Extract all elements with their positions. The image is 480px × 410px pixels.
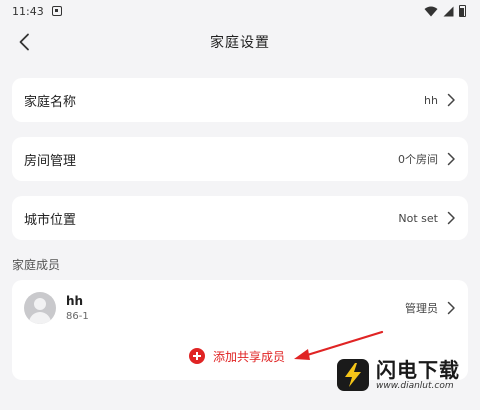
- setting-label: 城市位置: [24, 212, 77, 228]
- member-id: 86-1: [66, 311, 89, 322]
- status-left: 11:43: [12, 5, 62, 18]
- battery-icon: [459, 5, 466, 17]
- setting-row: 家庭名称 hh: [12, 78, 468, 122]
- setting-label: 房间管理: [24, 153, 77, 169]
- chevron-right-icon: [447, 211, 455, 225]
- setting-value: hh: [424, 93, 438, 107]
- member-info: hh 86-1: [66, 294, 89, 322]
- chevron-left-icon: [19, 33, 29, 51]
- watermark-brand: 闪电下载: [376, 358, 460, 382]
- setting-value: 0个房间: [398, 153, 438, 166]
- chevron-right-icon: [447, 93, 455, 107]
- setting-right: 0个房间: [398, 151, 456, 167]
- watermark-url: www.dianlut.com: [376, 381, 454, 391]
- setting-room-management[interactable]: 房间管理 0个房间: [12, 137, 468, 181]
- add-shared-member-button[interactable]: 添加共享成员: [189, 346, 285, 366]
- member-role-area: 管理员: [405, 280, 456, 336]
- plus-circle-icon: [189, 348, 205, 364]
- watermark-text: 闪电下载 www.dianlut.com: [376, 359, 460, 391]
- status-right: [424, 5, 466, 17]
- member-row[interactable]: hh 86-1: [12, 280, 468, 336]
- page-title: 家庭设置: [210, 35, 270, 51]
- notification-icon: [51, 6, 62, 16]
- lightning-logo-icon: [337, 359, 369, 391]
- setting-right: Not set: [398, 211, 456, 225]
- member-name: hh: [66, 294, 84, 308]
- watermark: 闪电下载 www.dianlut.com: [336, 352, 476, 398]
- wifi-icon: [424, 6, 438, 16]
- section-title-members: 家庭成员: [12, 258, 61, 272]
- setting-label: 家庭名称: [24, 94, 77, 110]
- avatar: [24, 292, 56, 324]
- setting-value: Not set: [398, 211, 438, 225]
- chevron-right-icon: [447, 152, 455, 166]
- status-bar: 11:43: [0, 0, 480, 22]
- setting-city-location[interactable]: 城市位置 Not set: [12, 196, 468, 240]
- setting-family-name[interactable]: 家庭名称 hh: [12, 78, 468, 122]
- chevron-right-icon: [447, 301, 455, 315]
- status-time: 11:43: [12, 4, 44, 18]
- setting-row: 城市位置 Not set: [12, 196, 468, 240]
- setting-right: hh: [424, 93, 456, 107]
- add-shared-member-label: 添加共享成员: [213, 349, 286, 364]
- navigation-bar: 家庭设置: [0, 22, 480, 62]
- member-role: 管理员: [405, 302, 438, 315]
- back-button[interactable]: [10, 28, 38, 56]
- setting-row: 房间管理 0个房间: [12, 137, 468, 181]
- signal-icon: [443, 6, 454, 16]
